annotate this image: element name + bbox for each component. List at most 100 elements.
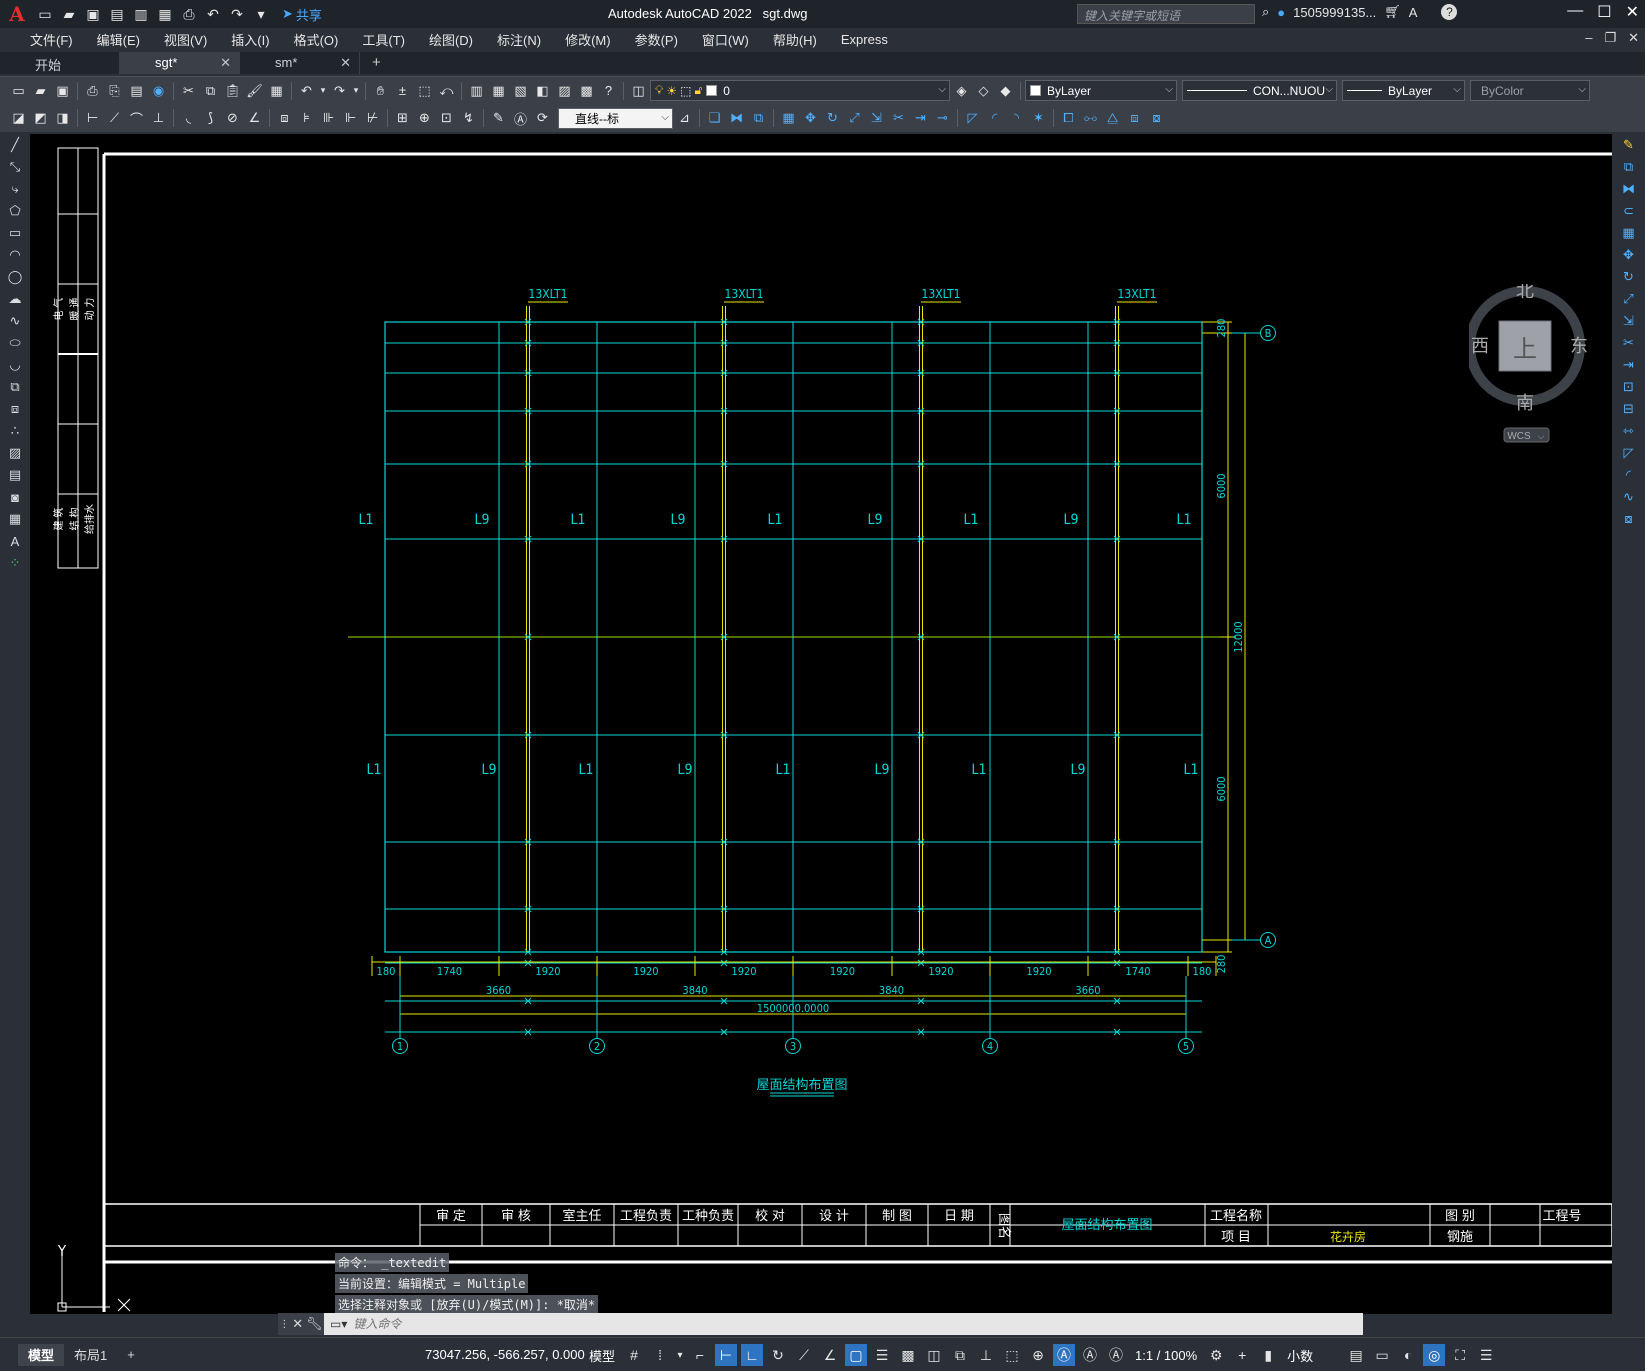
break-icon[interactable]: ⊟ [1612, 398, 1645, 420]
dim-update-icon[interactable]: ⟳ [532, 108, 553, 128]
aligned-dim-icon[interactable]: ⟋ [104, 108, 125, 128]
minimize-icon[interactable]: — [1567, 2, 1583, 22]
3d-object-snap-icon[interactable]: ⧉ [949, 1344, 971, 1366]
annotation-scale-value[interactable]: 1:1 / 100% [1131, 1348, 1201, 1363]
polyline-icon[interactable]: ⤷ [0, 178, 30, 200]
save-icon[interactable]: ▣ [82, 3, 104, 25]
wipeout-icon[interactable]: ⧈ [1124, 108, 1145, 128]
user-name[interactable]: 1505999135... [1293, 5, 1376, 20]
menu-item[interactable]: 标注(N) [485, 30, 553, 49]
lineweight-dropdown[interactable]: ByLayer ⌵ [1342, 80, 1465, 101]
match-properties-icon[interactable]: 🖌︎ [244, 81, 265, 101]
object-snap-tracking-icon[interactable]: ∠ [819, 1344, 841, 1366]
new-icon[interactable]: ▭ [34, 3, 56, 25]
join-icon[interactable]: ⇿ [1612, 420, 1645, 442]
viewcube[interactable]: 上 北 南 西 东 WCS ⌵ [1469, 284, 1599, 454]
scale-icon[interactable]: ⤢ [1612, 288, 1645, 310]
autodesk-a360-icon[interactable]: A [1409, 5, 1418, 20]
explode-icon[interactable]: ✶ [1028, 108, 1049, 128]
menu-item[interactable]: 参数(P) [623, 30, 690, 49]
mirror-icon[interactable]: ⧓ [726, 108, 747, 128]
color-dropdown[interactable]: ByLayer ⌵ [1025, 80, 1177, 101]
workspace-gear-icon[interactable]: ⚙ [1205, 1344, 1227, 1366]
plot-preview-icon[interactable]: ⎘ [104, 81, 125, 101]
menu-item[interactable]: Express [829, 32, 900, 47]
linetype-dropdown[interactable]: CON...NUOU ⌵ [1182, 80, 1337, 101]
make-block-icon[interactable]: ⧈ [0, 398, 30, 420]
doc-minimize-icon[interactable]: – [1585, 30, 1592, 46]
layer-dropdown[interactable]: 💡︎ ☀︎ ⬚ 🔓︎ 0 ⌵ [650, 80, 950, 101]
plotstyle-dropdown[interactable]: ByColor ⌵ [1470, 80, 1590, 101]
undo-dropdown-icon[interactable]: ▾ [318, 81, 328, 101]
tab-sm[interactable]: sm* ✕ [240, 52, 360, 74]
group-icon[interactable]: ⧠ [1058, 108, 1079, 128]
doc-close-icon[interactable]: ✕ [1628, 30, 1639, 46]
linear-dim-icon[interactable]: ⊢ [82, 108, 103, 128]
cut-icon[interactable]: ✂ [178, 81, 199, 101]
table-icon[interactable]: ▦ [0, 508, 30, 530]
blend-icon[interactable]: ◝ [1006, 108, 1027, 128]
menu-item[interactable]: 格式(O) [282, 30, 351, 49]
annotation-visibility-icon[interactable]: Ⓐ [1053, 1344, 1076, 1366]
save-as-icon[interactable]: ▤ [106, 3, 128, 25]
insert-block-icon[interactable]: ⧉ [0, 376, 30, 398]
markup-icon[interactable]: ▨ [554, 81, 575, 101]
pan-icon[interactable]: ✋︎ [370, 81, 391, 101]
arc-icon[interactable]: ◠ [0, 244, 30, 266]
transparency-icon[interactable]: ▩ [897, 1344, 919, 1366]
snap-dropdown-icon[interactable]: ▾ [675, 1344, 685, 1366]
move-icon[interactable]: ✥ [1612, 244, 1645, 266]
construction-line-icon[interactable]: ⤡ [0, 156, 30, 178]
dim-style-icon[interactable]: ⊿ [674, 108, 695, 128]
stretch-icon[interactable]: ⇲ [1612, 310, 1645, 332]
paste-icon[interactable]: 📋︎ [222, 81, 243, 101]
redo-dropdown-icon[interactable]: ▾ [351, 81, 361, 101]
rotate-icon[interactable]: ↻ [1612, 266, 1645, 288]
search-input[interactable]: 键入关键字或短语 [1077, 4, 1255, 24]
mirror-icon[interactable]: ⧓ [1612, 178, 1645, 200]
customize-dropdown-icon[interactable]: ▾ [250, 3, 272, 25]
break-at-point-icon[interactable]: ⊡ [1612, 376, 1645, 398]
properties-icon[interactable]: ▥ [466, 81, 487, 101]
region-icon[interactable]: ⧇ [1146, 108, 1167, 128]
zoom-realtime-icon[interactable]: ± [392, 81, 413, 101]
graphics-performance-icon[interactable]: ◎ [1423, 1344, 1446, 1366]
dim-break-icon[interactable]: ⊬ [362, 108, 383, 128]
explode-icon[interactable]: ⧇ [1612, 508, 1645, 530]
polar-tracking-icon[interactable]: ↻ [767, 1344, 789, 1366]
extend-icon[interactable]: ⇥ [910, 108, 931, 128]
match-layer-icon[interactable]: ◪ [8, 108, 29, 128]
quick-properties-icon[interactable]: ▤ [1345, 1344, 1367, 1366]
layer-previous-icon[interactable]: ◇ [973, 81, 994, 101]
dynamic-input-icon[interactable]: ⊢ [715, 1344, 738, 1366]
dynamic-ucs-icon[interactable]: ⊥ [975, 1344, 997, 1366]
tool-palettes-icon[interactable]: ▧ [510, 81, 531, 101]
annotation-scale-icon[interactable]: Ⓐ [1105, 1344, 1127, 1366]
new-icon[interactable]: ▭ [8, 81, 29, 101]
user-icon[interactable]: ● [1277, 5, 1285, 20]
redo-icon[interactable]: ↷ [226, 3, 248, 25]
open-web-icon[interactable]: ▥ [130, 3, 152, 25]
copy-icon[interactable]: ⧉ [200, 81, 221, 101]
layer-lock-icon[interactable]: 🔓︎ [695, 83, 703, 98]
jogged-linear-icon[interactable]: ↯ [458, 108, 479, 128]
undo-icon[interactable]: ↶ [202, 3, 224, 25]
inspection-icon[interactable]: ⊡ [436, 108, 457, 128]
move-icon[interactable]: ✥ [800, 108, 821, 128]
menu-item[interactable]: 文件(F) [18, 30, 85, 49]
array-icon[interactable]: ▦ [1612, 222, 1645, 244]
ortho-icon[interactable]: ∟ [741, 1344, 764, 1366]
diameter-dim-icon[interactable]: ⊘ [222, 108, 243, 128]
lineweight-icon[interactable]: ☰ [871, 1344, 893, 1366]
grip-icon[interactable]: ⋮ [279, 1319, 289, 1330]
object-snap-icon[interactable]: ▢ [845, 1344, 868, 1366]
stretch-icon[interactable]: ⇲ [866, 108, 887, 128]
viewcube-south[interactable]: 南 [1516, 393, 1534, 413]
chamfer-icon[interactable]: ◸ [1612, 442, 1645, 464]
baseline-dim-icon[interactable]: ⊧ [296, 108, 317, 128]
center-mark-icon[interactable]: ⊕ [414, 108, 435, 128]
model-space-button[interactable]: 模型 [585, 1346, 619, 1365]
line-icon[interactable]: ╱ [0, 134, 30, 156]
dim-space-icon[interactable]: ⊩ [340, 108, 361, 128]
block-editor-icon[interactable]: ▦ [266, 81, 287, 101]
